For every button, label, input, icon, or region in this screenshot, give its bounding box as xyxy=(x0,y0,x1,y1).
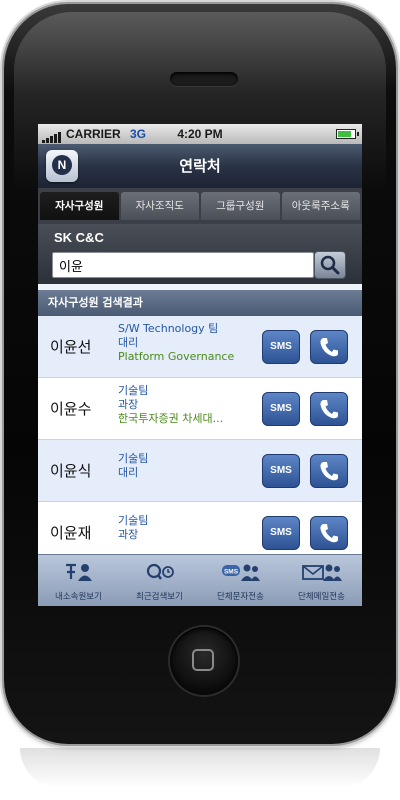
list-item[interactable]: 이윤선 S/W Technology 팀 대리 Platform Governa… xyxy=(38,316,362,378)
bottom-tab-bar: 내소속원보기 최근검색보기 SMS 단체문자전송 단체메일전송 xyxy=(38,554,362,606)
segment-tabs: 자사구성원 자사조직도 그룹구성원 아웃룩주소록 xyxy=(38,188,362,224)
status-bar: CARRIER 3G 4:20 PM xyxy=(38,124,362,144)
sms-button[interactable]: SMS xyxy=(262,516,300,550)
contact-dept: S/W Technology 팀 xyxy=(118,322,219,335)
call-button[interactable] xyxy=(310,516,348,550)
contact-title: 대리 xyxy=(118,466,139,479)
screen: CARRIER 3G 4:20 PM N 연락처 자사구성원 자사조직도 그룹구… xyxy=(38,124,362,606)
contact-title: 과장 xyxy=(118,528,139,541)
home-icon xyxy=(192,649,214,671)
earpiece xyxy=(170,72,238,86)
tab-company-org-chart[interactable]: 자사조직도 xyxy=(120,192,199,220)
tab-group-mail[interactable]: 단체메일전송 xyxy=(281,555,362,606)
sms-button[interactable]: SMS xyxy=(262,454,300,488)
svg-text:SMS: SMS xyxy=(223,569,238,576)
contact-info: 기술팀 과장 xyxy=(118,514,250,542)
call-button[interactable] xyxy=(310,330,348,364)
list-item[interactable]: 이윤식 기술팀 대리 SMS xyxy=(38,440,362,502)
contact-name: 이윤식 xyxy=(50,462,92,480)
results-header: 자사구성원 검색결과 xyxy=(38,290,362,316)
contact-extra: 한국투자증권 차세대... xyxy=(118,412,224,425)
tab-label: 단체문자전송 xyxy=(217,592,264,602)
contact-extra: Platform Governance xyxy=(118,350,235,363)
org-people-icon xyxy=(65,563,92,581)
page-title: 연락처 xyxy=(179,157,221,175)
sms-button[interactable]: SMS xyxy=(262,392,300,426)
contact-info: 기술팀 과장 한국투자증권 차세대... xyxy=(118,384,250,426)
search-panel: SK C&C xyxy=(38,224,362,284)
battery-icon xyxy=(336,129,359,139)
contact-title: 대리 xyxy=(118,336,139,349)
phone-icon xyxy=(320,400,338,419)
sms-group-icon: SMS xyxy=(221,564,260,581)
call-button[interactable] xyxy=(310,392,348,426)
tab-label: 내소속원보기 xyxy=(55,592,102,602)
list-item[interactable]: 이윤수 기술팀 과장 한국투자증권 차세대... SMS xyxy=(38,378,362,440)
company-label: SK C&C xyxy=(54,230,104,245)
tab-group-sms[interactable]: SMS 단체문자전송 xyxy=(200,555,281,606)
tab-my-department[interactable]: 내소속원보기 xyxy=(38,555,119,606)
status-time: 4:20 PM xyxy=(177,127,223,141)
tab-recent-searches[interactable]: 최근검색보기 xyxy=(119,555,200,606)
contact-name: 이윤수 xyxy=(50,400,92,418)
contact-info: S/W Technology 팀 대리 Platform Governance xyxy=(118,322,250,364)
nav-bar: N 연락처 xyxy=(38,144,362,188)
contact-name: 이윤선 xyxy=(50,338,92,356)
contact-dept: 기술팀 xyxy=(118,384,149,397)
contact-info: 기술팀 대리 xyxy=(118,452,250,480)
sms-button[interactable]: SMS xyxy=(262,330,300,364)
contact-title: 과장 xyxy=(118,398,139,411)
home-button[interactable] xyxy=(170,627,238,695)
tab-label: 단체메일전송 xyxy=(298,592,345,602)
tab-company-members[interactable]: 자사구성원 xyxy=(40,192,119,220)
contact-dept: 기술팀 xyxy=(118,452,149,465)
phone-icon xyxy=(320,524,338,543)
search-input[interactable] xyxy=(52,252,314,278)
tab-label: 최근검색보기 xyxy=(136,592,183,602)
tab-group-members[interactable]: 그룹구성원 xyxy=(201,192,280,220)
app-logo-button[interactable]: N xyxy=(46,150,78,182)
contact-dept: 기술팀 xyxy=(118,514,149,527)
logo-letter: N xyxy=(52,155,72,175)
phone-icon xyxy=(320,338,338,357)
tab-outlook-addressbook[interactable]: 아웃룩주소록 xyxy=(281,192,360,220)
phone-icon xyxy=(320,462,338,481)
search-icon xyxy=(320,255,340,275)
phone-frame: CARRIER 3G 4:20 PM N 연락처 자사구성원 자사조직도 그룹구… xyxy=(4,4,396,744)
search-clock-icon xyxy=(146,563,174,580)
call-button[interactable] xyxy=(310,454,348,488)
mail-group-icon xyxy=(301,564,342,581)
search-button[interactable] xyxy=(314,251,346,279)
phone-reflection xyxy=(20,748,380,788)
